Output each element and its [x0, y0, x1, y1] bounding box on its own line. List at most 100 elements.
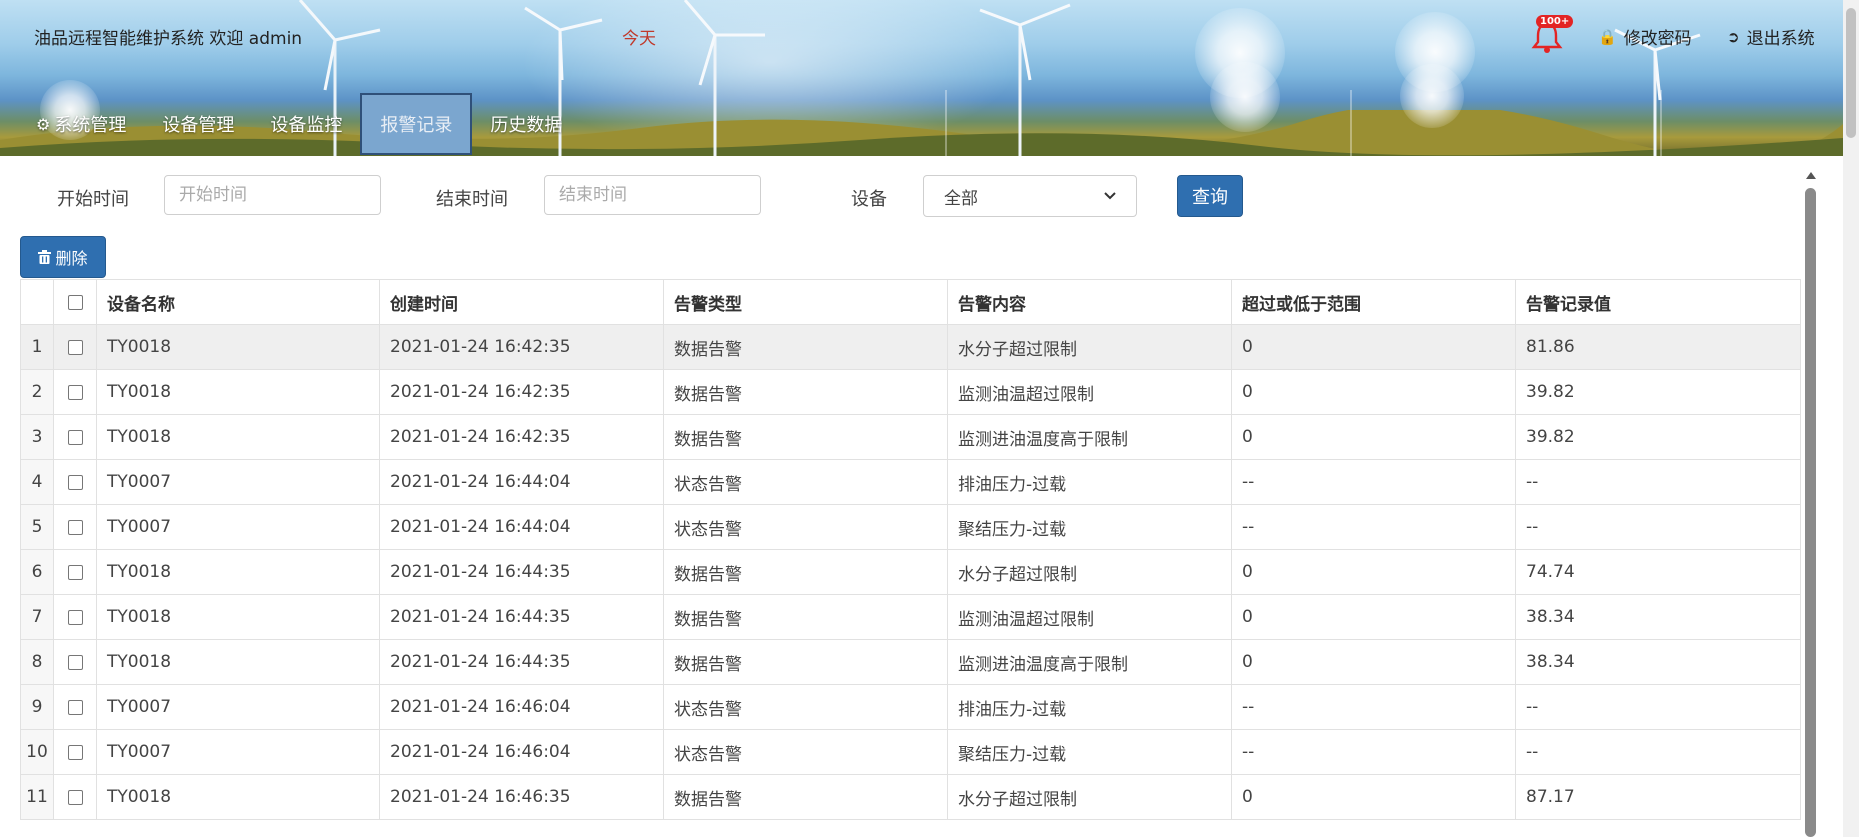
nav-item-label: 历史数据 [490, 115, 563, 136]
cell-content: 监测进油温度高于限制 [947, 414, 1232, 460]
cell-time: 2021-01-24 16:42:35 [379, 324, 664, 370]
table-row[interactable]: 4 TY0007 2021-01-24 16:44:04 状态告警 排油压力-过载 -- -… [20, 459, 1801, 505]
cell-value: 38.34 [1515, 639, 1801, 685]
column-header[interactable]: 告警记录值 [1515, 279, 1801, 325]
cell-type: 数据告警 [663, 639, 948, 685]
cell-value: -- [1515, 729, 1801, 775]
row-checkbox-cell [53, 324, 97, 370]
query-button[interactable]: 查询 [1177, 175, 1243, 217]
row-number: 3 [20, 414, 54, 460]
cell-content: 监测油温超过限制 [947, 594, 1232, 640]
wind-turbine-graphic [979, 3, 1071, 156]
main-nav: ⚙ 系统管理 设备管理 设备监控 报警记录 历史数据 [0, 92, 580, 156]
table-row[interactable]: 3 TY0018 2021-01-24 16:42:35 数据告警 监测进油温度高于限制… [20, 414, 1801, 460]
row-number: 8 [20, 639, 54, 685]
table-row[interactable]: 5 TY0007 2021-01-24 16:44:04 状态告警 聚结压力-过载 -- -… [20, 504, 1801, 550]
row-checkbox[interactable] [67, 609, 83, 625]
row-checkbox[interactable] [67, 564, 83, 580]
delete-button-label: 删除 [55, 249, 88, 268]
scroll-up-arrow[interactable] [1806, 172, 1816, 179]
row-number: 5 [20, 504, 54, 550]
nav-item-history[interactable]: 历史数据 [472, 93, 580, 155]
delete-button[interactable]: 删除 [20, 236, 106, 278]
table-row[interactable]: 9 TY0007 2021-01-24 16:46:04 状态告警 排油压力-过载 -- -… [20, 684, 1801, 730]
row-checkbox-cell [53, 729, 97, 775]
cell-device: TY0018 [96, 414, 380, 460]
device-select[interactable]: 全部 [923, 175, 1137, 217]
cell-content: 水分子超过限制 [947, 324, 1232, 370]
alarm-table-container: 设备名称 创建时间 告警类型 告警内容 超过或低于范围 告警记录值 1 TY001… [20, 279, 1801, 820]
cell-value: 74.74 [1515, 549, 1801, 595]
row-checkbox[interactable] [67, 654, 83, 670]
cell-range: 0 [1231, 639, 1516, 685]
cell-content: 聚结压力-过载 [947, 504, 1232, 550]
change-password-link[interactable]: 🔒 修改密码 [1598, 24, 1692, 50]
device-select-value: 全部 [944, 188, 978, 209]
nav-item-label: 报警记录 [380, 115, 453, 136]
cell-type: 状态告警 [663, 504, 948, 550]
table-row[interactable]: 10 TY0007 2021-01-24 16:46:04 状态告警 聚结压力-过载 --… [20, 729, 1801, 775]
cell-time: 2021-01-24 16:46:35 [379, 774, 664, 820]
table-row[interactable]: 11 TY0018 2021-01-24 16:46:35 数据告警 水分子超过限制 0 8… [20, 774, 1801, 820]
change-password-label: 修改密码 [1623, 29, 1692, 49]
cell-device: TY0007 [96, 504, 380, 550]
cell-value: -- [1515, 459, 1801, 505]
start-time-label: 开始时间 [57, 189, 129, 210]
row-checkbox[interactable] [67, 519, 83, 535]
scroll-thumb[interactable] [1805, 188, 1816, 837]
cell-time: 2021-01-24 16:42:35 [379, 414, 664, 460]
row-number: 9 [20, 684, 54, 730]
cell-value: 39.82 [1515, 369, 1801, 415]
row-number: 10 [20, 729, 54, 775]
nav-item-device-monitor[interactable]: 设备监控 [252, 93, 360, 155]
logout-link[interactable]: ➲ 退出系统 [1727, 24, 1815, 50]
cell-type: 状态告警 [663, 729, 948, 775]
table-row[interactable]: 8 TY0018 2021-01-24 16:44:35 数据告警 监测进油温度高于限制… [20, 639, 1801, 685]
table-row[interactable]: 6 TY0018 2021-01-24 16:44:35 数据告警 水分子超过限制 0 74… [20, 549, 1801, 595]
column-header[interactable]: 告警内容 [947, 279, 1232, 325]
table-row[interactable]: 2 TY0018 2021-01-24 16:42:35 数据告警 监测油温超过限制 0 3… [20, 369, 1801, 415]
select-all-checkbox[interactable] [67, 294, 83, 310]
logout-label: 退出系统 [1746, 29, 1815, 49]
cell-value: 81.86 [1515, 324, 1801, 370]
cell-range: -- [1231, 459, 1516, 505]
row-checkbox-cell [53, 549, 97, 595]
logout-icon: ➲ [1727, 27, 1740, 46]
column-header[interactable]: 超过或低于范围 [1231, 279, 1516, 325]
row-checkbox[interactable] [67, 429, 83, 445]
nav-item-device-management[interactable]: 设备管理 [144, 93, 252, 155]
cell-range: 0 [1231, 369, 1516, 415]
column-header[interactable]: 告警类型 [663, 279, 948, 325]
page-scrollbar[interactable] [1843, 0, 1859, 837]
nav-item-alarm-records[interactable]: 报警记录 [360, 93, 473, 155]
end-time-label: 结束时间 [436, 189, 508, 210]
column-header[interactable]: 创建时间 [379, 279, 664, 325]
cell-range: -- [1231, 684, 1516, 730]
row-checkbox[interactable] [67, 744, 83, 760]
nav-item-system[interactable]: ⚙ 系统管理 [0, 93, 144, 155]
column-header[interactable]: 设备名称 [96, 279, 380, 325]
row-checkbox[interactable] [67, 384, 83, 400]
cell-time: 2021-01-24 16:42:35 [379, 369, 664, 415]
dandelion-graphic [1210, 62, 1280, 132]
banner-seam [1660, 90, 1662, 156]
table-row[interactable]: 7 TY0018 2021-01-24 16:44:35 数据告警 监测油温超过限制 0 3… [20, 594, 1801, 640]
page-scroll-thumb[interactable] [1846, 8, 1856, 138]
row-checkbox[interactable] [67, 339, 83, 355]
row-checkbox-cell [53, 684, 97, 730]
cell-range: -- [1231, 729, 1516, 775]
start-time-input[interactable] [164, 175, 381, 215]
cell-type: 数据告警 [663, 414, 948, 460]
table-row[interactable]: 1 TY0018 2021-01-24 16:42:35 数据告警 水分子超过限制 0 81… [20, 324, 1801, 370]
row-checkbox[interactable] [67, 789, 83, 805]
dandelion-graphic [1400, 64, 1464, 128]
table-scrollbar[interactable] [1802, 172, 1819, 837]
end-time-input[interactable] [544, 175, 761, 215]
cell-device: TY0018 [96, 549, 380, 595]
cell-device: TY0007 [96, 684, 380, 730]
row-checkbox[interactable] [67, 474, 83, 490]
header-banner: 油品远程智能维护系统 欢迎 admin 今天 100+ 🔒 修改密码 ➲ 退出系… [0, 0, 1843, 156]
row-checkbox[interactable] [67, 699, 83, 715]
cell-type: 数据告警 [663, 594, 948, 640]
today-text: 今天 [622, 29, 656, 49]
